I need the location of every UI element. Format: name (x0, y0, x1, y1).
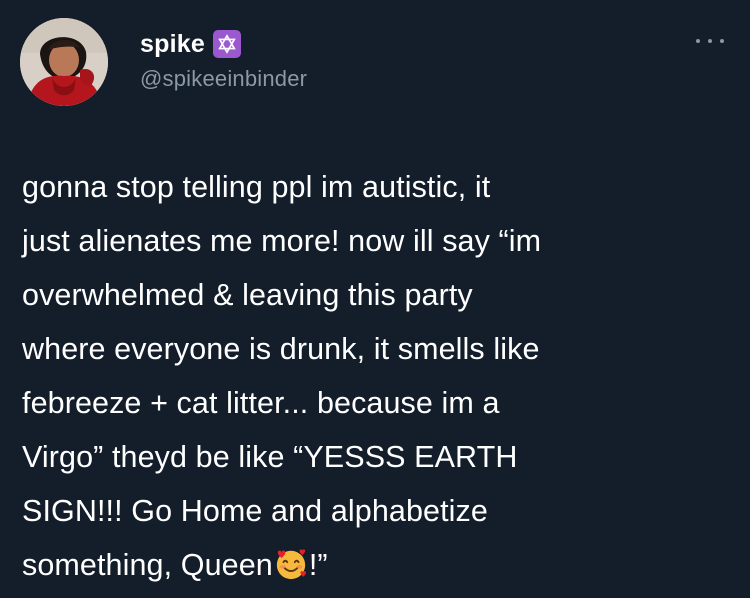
tweet-line: febreeze + cat litter... because im a (22, 386, 500, 420)
more-options-icon[interactable] (696, 34, 724, 48)
tweet-line: SIGN!!! Go Home and alphabetize (22, 494, 488, 528)
avatar[interactable] (20, 18, 108, 106)
tweet-line: gonna stop telling ppl im autistic, it (22, 170, 491, 204)
tweet-text-before-emoji: something, Queen (22, 548, 273, 582)
star-of-david-icon (212, 30, 241, 58)
tweet-line: Virgo” theyd be like “YESSS EARTH (22, 440, 518, 474)
more-dot (696, 39, 700, 43)
tweet-line: just alienates me more! now ill say “im (22, 224, 542, 258)
tweet-line: overwhelmed & leaving this party (22, 278, 473, 312)
tweet-line-last: something, Queen !” (22, 538, 722, 592)
more-dot (708, 39, 712, 43)
profile-photo-icon (20, 18, 108, 106)
smiling-face-with-hearts-icon (274, 547, 308, 581)
display-name[interactable]: spike (140, 30, 205, 59)
more-dot (720, 39, 724, 43)
author-names: spike @spikeeinbinder (140, 26, 307, 92)
tweet-card: spike @spikeeinbinder gonna stop telling… (0, 0, 750, 598)
tweet-text-after-emoji: !” (308, 548, 328, 582)
tweet-header: spike @spikeeinbinder (20, 18, 730, 106)
tweet-text: gonna stop telling ppl im autistic, it j… (22, 160, 722, 592)
tweet-line: where everyone is drunk, it smells like (22, 332, 540, 366)
author-handle[interactable]: @spikeeinbinder (140, 66, 307, 92)
display-name-row: spike (140, 26, 307, 62)
